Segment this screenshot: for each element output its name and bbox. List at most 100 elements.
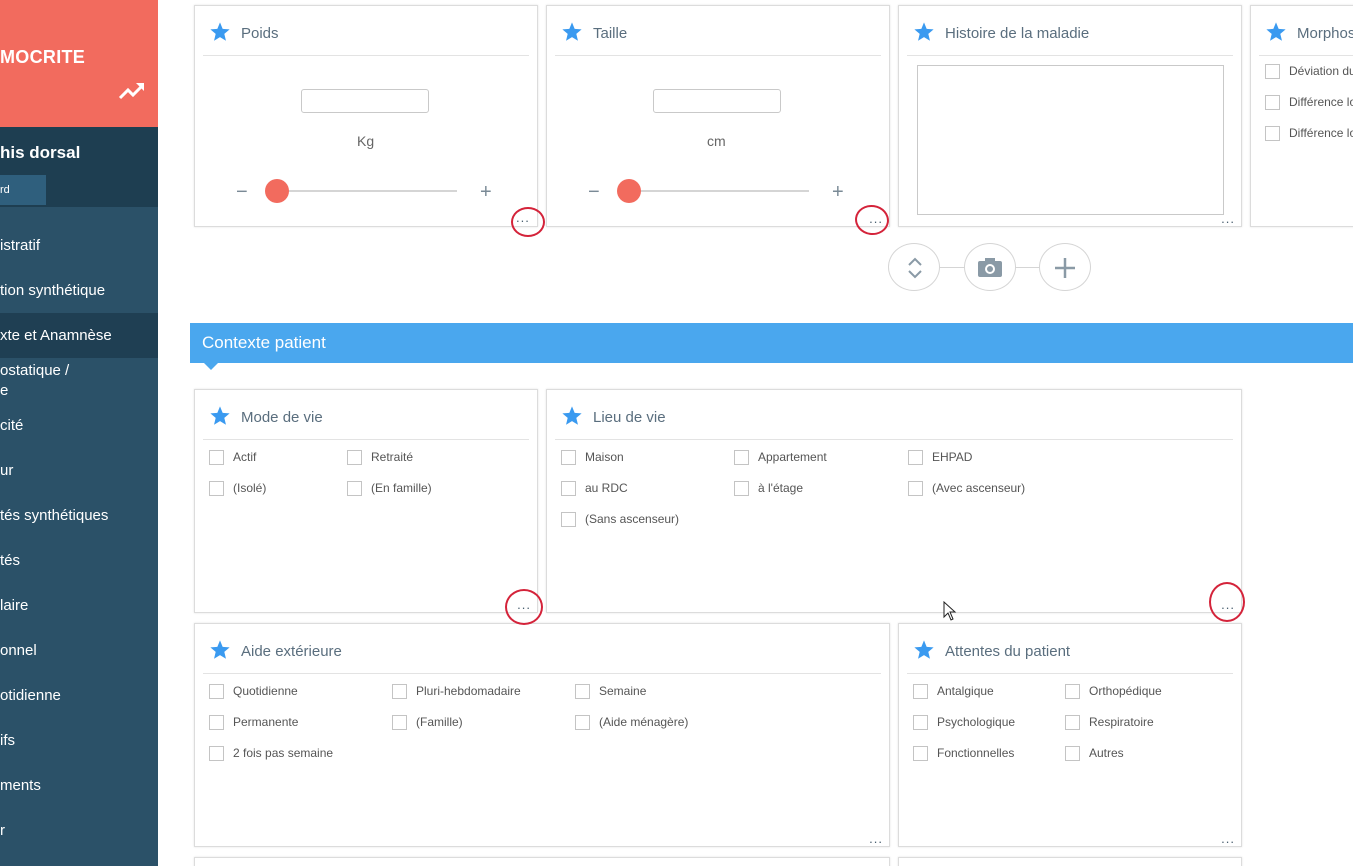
sidebar-item[interactable]: ifs (0, 731, 158, 751)
star-icon[interactable] (561, 405, 583, 427)
card-title: Morphos (1297, 25, 1353, 42)
card-title: Taille (593, 25, 628, 42)
patient-header: his dorsal rd (0, 127, 158, 207)
checkbox[interactable] (209, 715, 224, 730)
star-icon[interactable] (209, 639, 231, 661)
add-button[interactable] (1039, 243, 1091, 291)
camera-button[interactable] (964, 243, 1016, 291)
poids-minus-button[interactable]: − (236, 182, 248, 202)
checkbox[interactable] (1065, 746, 1080, 761)
checkbox[interactable] (561, 512, 576, 527)
card-header: Aide extérieure (203, 624, 881, 674)
trend-up-icon[interactable] (118, 80, 146, 102)
card-header: Histoire de la maladie (907, 6, 1233, 56)
histoire-textarea[interactable] (917, 65, 1224, 215)
section-header[interactable]: Contexte patient (190, 323, 1353, 363)
sidebar-item[interactable]: tés (0, 551, 158, 571)
taille-minus-button[interactable]: − (588, 182, 600, 202)
taille-input[interactable] (653, 89, 781, 113)
section-title: Contexte patient (202, 333, 326, 352)
card-histoire-maladie: Histoire de la maladie ... (898, 5, 1242, 227)
checkbox[interactable] (913, 684, 928, 699)
card-header: Attentes du patient (907, 624, 1233, 674)
checkbox[interactable] (347, 450, 362, 465)
checkbox[interactable] (209, 450, 224, 465)
checkbox[interactable] (561, 450, 576, 465)
card-title: Aide extérieure (241, 643, 342, 660)
card-title: Mode de vie (241, 409, 323, 426)
taille-slider-thumb[interactable] (617, 179, 641, 203)
checkbox[interactable] (575, 684, 590, 699)
checkbox[interactable] (908, 481, 923, 496)
taille-unit: cm (707, 133, 726, 149)
card-title: Histoire de la maladie (945, 25, 1090, 42)
card-header: Lieu de vie (555, 390, 1233, 440)
sidebar-item[interactable]: ur (0, 461, 158, 481)
checkbox[interactable] (575, 715, 590, 730)
checkbox[interactable] (392, 684, 407, 699)
sidebar-item-active[interactable]: xte et Anamnèse (0, 313, 158, 358)
checkbox[interactable] (392, 715, 407, 730)
card-taille: Taille cm − + ... (546, 5, 890, 227)
sidebar-item[interactable]: ostatique / e (0, 361, 158, 401)
more-options-button[interactable]: ... (1221, 832, 1235, 845)
card-header: Taille (555, 6, 881, 56)
sidebar-item[interactable]: laire (0, 596, 158, 616)
more-options-button[interactable]: ... (1221, 598, 1235, 611)
checkbox[interactable] (913, 746, 928, 761)
sidebar-item[interactable]: onnel (0, 641, 158, 661)
checkbox[interactable] (1265, 126, 1280, 141)
brand-header: MOCRITE (0, 0, 158, 127)
expand-collapse-button[interactable] (888, 243, 940, 291)
checkbox[interactable] (913, 715, 928, 730)
card-lieu-de-vie: Lieu de vie Maison Appartement EHPAD au … (546, 389, 1242, 613)
poids-plus-button[interactable]: + (480, 182, 492, 202)
card-morphos: Morphos Déviation du Différence lo Diffé… (1250, 5, 1353, 227)
more-options-button[interactable]: ... (869, 212, 883, 225)
star-icon[interactable] (209, 405, 231, 427)
poids-unit: Kg (357, 133, 375, 149)
checkbox[interactable] (1065, 684, 1080, 699)
sidebar-item[interactable]: tion synthétique (0, 281, 158, 301)
checkbox[interactable] (734, 481, 749, 496)
sidebar-item[interactable]: r (0, 821, 158, 841)
sidebar-item[interactable]: otidienne (0, 686, 158, 706)
star-icon[interactable] (209, 21, 231, 43)
more-options-button[interactable]: ... (869, 832, 883, 845)
more-options-button[interactable]: ... (1221, 212, 1235, 225)
checkbox[interactable] (734, 450, 749, 465)
poids-slider-track[interactable] (267, 190, 457, 192)
plus-icon (1055, 258, 1075, 278)
main-content: Poids Kg − + Taille cm − + ... Histoire … (158, 0, 1353, 866)
star-icon[interactable] (1265, 21, 1287, 43)
app-window: MOCRITE his dorsal rd istratif tion synt… (0, 0, 1353, 866)
sidebar-item[interactable]: istratif (0, 236, 158, 256)
checkbox[interactable] (1265, 95, 1280, 110)
star-icon[interactable] (913, 639, 935, 661)
checkbox[interactable] (561, 481, 576, 496)
star-icon[interactable] (913, 21, 935, 43)
checkbox[interactable] (209, 746, 224, 761)
card-title: Lieu de vie (593, 409, 666, 426)
sidebar-item[interactable]: ments (0, 776, 158, 796)
card-title: Attentes du patient (945, 643, 1071, 660)
checkbox[interactable] (908, 450, 923, 465)
sidebar-item[interactable]: cité (0, 416, 158, 436)
star-icon[interactable] (561, 21, 583, 43)
card-partial (194, 857, 890, 866)
checkbox[interactable] (209, 481, 224, 496)
card-header: Poids (203, 6, 529, 56)
checkbox[interactable] (1065, 715, 1080, 730)
more-options-button[interactable]: ... (516, 211, 530, 224)
poids-slider-thumb[interactable] (265, 179, 289, 203)
checkbox[interactable] (347, 481, 362, 496)
checkbox[interactable] (209, 684, 224, 699)
patient-tab[interactable]: rd (0, 175, 46, 205)
poids-input[interactable] (301, 89, 429, 113)
taille-plus-button[interactable]: + (832, 182, 844, 202)
more-options-button[interactable]: ... (517, 598, 531, 611)
patient-name: his dorsal (0, 143, 81, 162)
sidebar-item[interactable]: tés synthétiques (0, 506, 158, 526)
taille-slider-track[interactable] (619, 190, 809, 192)
checkbox[interactable] (1265, 64, 1280, 79)
